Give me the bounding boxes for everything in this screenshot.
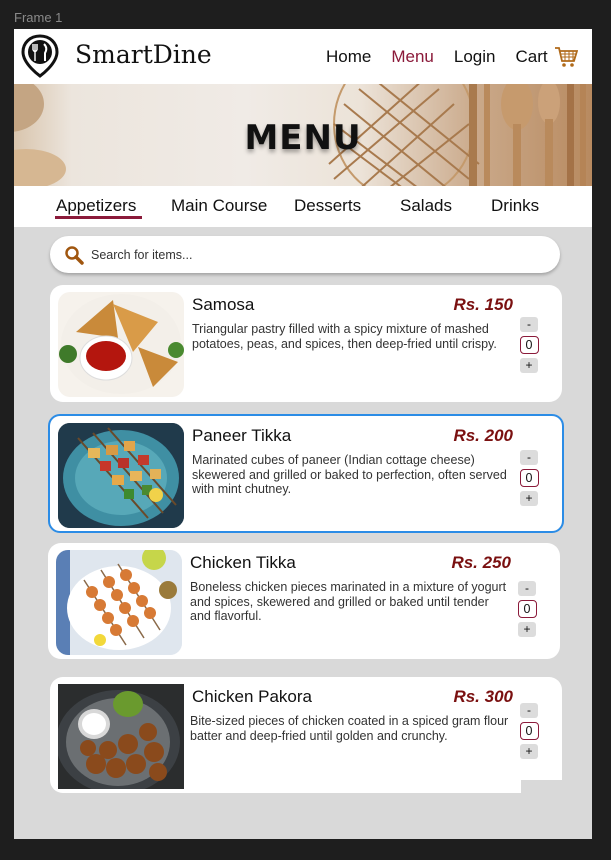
frame-label: Frame 1: [14, 10, 63, 25]
nav-menu[interactable]: Menu: [391, 47, 434, 67]
item-name: Chicken Pakora: [192, 687, 313, 706]
card-corner-cutout: [521, 780, 563, 794]
decrement-button[interactable]: -: [518, 581, 536, 596]
quantity-stepper: - 0 +: [519, 317, 539, 373]
quantity-stepper: - 0 +: [517, 581, 537, 637]
decrement-button[interactable]: -: [520, 703, 538, 718]
item-description: Triangular pastry filled with a spicy mi…: [192, 322, 497, 351]
tab-salads[interactable]: Salads: [400, 196, 452, 216]
active-tab-indicator: [55, 216, 142, 219]
tab-desserts[interactable]: Desserts: [294, 196, 361, 216]
quantity-value: 0: [519, 722, 539, 740]
search-icon: [65, 245, 84, 265]
item-price: Rs. 150: [453, 295, 513, 314]
nav-home[interactable]: Home: [326, 47, 371, 67]
item-price: Rs. 300: [453, 687, 513, 706]
category-tabs: Appetizers Main Course Desserts Salads D…: [14, 186, 592, 227]
item-name: Chicken Tikka: [190, 553, 296, 572]
nav-login[interactable]: Login: [454, 47, 496, 67]
tab-drinks[interactable]: Drinks: [491, 196, 539, 216]
navbar: SmartDine Home Menu Login Cart: [14, 29, 592, 84]
decrement-button[interactable]: -: [520, 317, 538, 332]
menu-item-card[interactable]: Chicken Pakora Rs. 300 Bite-sized pieces…: [50, 677, 562, 793]
nav-cart[interactable]: Cart: [516, 46, 578, 68]
tab-appetizers[interactable]: Appetizers: [56, 196, 136, 216]
menu-item-card[interactable]: Paneer Tikka Rs. 200 Marinated cubes of …: [48, 414, 564, 533]
increment-button[interactable]: +: [520, 491, 538, 506]
fork-knife-pin-icon: [21, 34, 59, 78]
increment-button[interactable]: +: [518, 622, 536, 637]
quantity-value: 0: [519, 336, 539, 354]
food-image-chicken-tikka: [56, 550, 182, 655]
nav-links: Home Menu Login Cart: [326, 46, 578, 68]
item-description: Boneless chicken pieces marinated in a m…: [190, 580, 507, 623]
hero-title: MENU: [244, 118, 362, 158]
tab-main-course[interactable]: Main Course: [171, 196, 267, 216]
food-image-samosa: [58, 292, 184, 397]
menu-item-card[interactable]: Chicken Tikka Rs. 250 Boneless chicken p…: [48, 543, 560, 659]
cart-icon: [554, 47, 578, 67]
hero-banner: MENU: [14, 84, 592, 186]
item-name: Samosa: [192, 295, 255, 314]
increment-button[interactable]: +: [520, 744, 538, 759]
quantity-value: 0: [519, 469, 539, 487]
decrement-button[interactable]: -: [520, 450, 538, 465]
nav-cart-label: Cart: [515, 47, 548, 66]
food-image-chicken-pakora: [58, 684, 184, 789]
brand-name: SmartDine: [75, 40, 212, 69]
item-description: Marinated cubes of paneer (Indian cottag…: [192, 453, 507, 496]
item-name: Paneer Tikka: [192, 426, 292, 445]
app-frame: SmartDine Home Menu Login Cart MENU Appe…: [14, 29, 592, 839]
quantity-value: 0: [517, 600, 537, 618]
increment-button[interactable]: +: [520, 358, 538, 373]
quantity-stepper: - 0 +: [519, 450, 539, 506]
item-description: Bite-sized pieces of chicken coated in a…: [190, 714, 509, 743]
item-price: Rs. 250: [451, 553, 511, 572]
search-bar: [50, 236, 560, 273]
menu-item-card[interactable]: Samosa Rs. 150 Triangular pastry filled …: [50, 285, 562, 402]
quantity-stepper: - 0 +: [519, 703, 539, 759]
item-price: Rs. 200: [453, 426, 513, 445]
search-input[interactable]: [91, 247, 491, 262]
food-image-paneer-tikka: [58, 423, 184, 528]
